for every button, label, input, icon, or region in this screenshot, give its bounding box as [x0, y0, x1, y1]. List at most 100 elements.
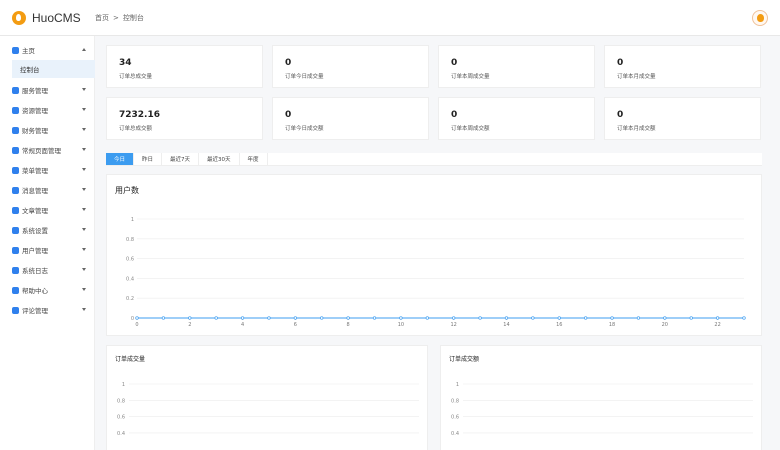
tab-today[interactable]: 今日 — [106, 153, 135, 165]
data-point — [610, 316, 614, 320]
chevron-down-icon — [82, 188, 86, 191]
sidebar-item-label: 消息管理 — [22, 187, 48, 195]
y-tick-label: 1 — [131, 217, 134, 223]
stat-label: 订单今日成交量 — [285, 74, 324, 80]
y-tick-label: 0.2 — [126, 296, 134, 302]
sidebar-item-label: 用户管理 — [22, 247, 48, 255]
breadcrumb-current: 控制台 — [122, 13, 144, 22]
data-point — [346, 316, 350, 320]
tab-last-7-days[interactable]: 最近7天 — [162, 153, 200, 165]
tab-last-30-days[interactable]: 最近30天 — [199, 153, 240, 165]
sidebar-item-resources[interactable]: 资源管理 — [0, 100, 94, 120]
data-point — [372, 316, 377, 320]
date-range-tabs: 今日 昨日 最近7天 最近30天 年度 — [106, 153, 762, 166]
x-tick-label: 12 — [451, 322, 457, 328]
user-avatar[interactable] — [752, 10, 768, 26]
chevron-down-icon — [82, 208, 86, 211]
server-icon — [12, 86, 19, 94]
sidebar-item-comments[interactable]: 评论管理 — [0, 300, 94, 320]
x-tick-label: 10 — [398, 322, 404, 328]
app-name: HuoCMS — [32, 10, 81, 25]
sidebar-item-logs[interactable]: 系统日志 — [0, 260, 94, 280]
tab-yesterday[interactable]: 昨日 — [134, 153, 163, 165]
chevron-down-icon — [82, 108, 86, 111]
settings-icon — [12, 226, 19, 234]
x-tick-label: 20 — [662, 322, 668, 328]
sidebar-item-label: 主页 — [22, 47, 35, 55]
chevron-down-icon — [82, 128, 86, 131]
stat-label: 订单本周成交额 — [451, 126, 490, 132]
sidebar-item-services[interactable]: 服务管理 — [0, 80, 94, 100]
y-tick-label: 0.8 — [117, 398, 125, 404]
sidebar-item-messages[interactable]: 消息管理 — [0, 180, 94, 200]
sidebar-item-pages[interactable]: 常规页面管理 — [0, 140, 94, 160]
sidebar-item-menus[interactable]: 菜单管理 — [0, 160, 94, 180]
page-icon — [12, 146, 19, 154]
x-tick-label: 18 — [609, 322, 615, 328]
data-point — [478, 316, 482, 320]
sidebar-item-users[interactable]: 用户管理 — [0, 240, 94, 260]
y-tick-label: 1 — [122, 382, 125, 388]
sidebar-item-label: 评论管理 — [22, 307, 48, 315]
sidebar-item-label: 文章管理 — [22, 207, 48, 215]
stat-value: 0 — [617, 110, 624, 120]
data-point — [399, 316, 403, 320]
x-tick-label: 14 — [503, 322, 509, 328]
stat-value: 0 — [451, 58, 458, 68]
stat-value: 0 — [285, 110, 292, 120]
article-icon — [12, 206, 19, 214]
sidebar-item-articles[interactable]: 文章管理 — [0, 200, 94, 220]
chevron-down-icon — [82, 268, 86, 271]
sidebar-item-label: 系统日志 — [22, 267, 48, 275]
users-chart: 00.20.40.60.810 2 4 6 8 10 12 14 16 18 20 22 — [126, 217, 746, 328]
stat-value: 0 — [451, 110, 458, 120]
sidebar-item-label: 系统设置 — [22, 227, 48, 235]
sidebar-item-help[interactable]: 帮助中心 — [0, 280, 94, 300]
users-chart-card: 用户数 0 0.2 0.4 0.6 0.8 1 0 2 4 6 8 10 12 14 16 18 20 22 — [106, 174, 762, 336]
data-point — [267, 316, 271, 320]
x-tick-label: 4 — [241, 322, 244, 328]
data-point — [135, 316, 139, 320]
stat-label: 订单今日成交额 — [285, 126, 324, 132]
sidebar: 主页 控制台 服务管理 资源管理 财务管理 常规页面管理 菜单管理 消息管理 文… — [0, 36, 95, 450]
data-point — [504, 316, 509, 320]
data-point — [557, 316, 561, 320]
chevron-down-icon — [82, 308, 86, 311]
x-tick-label: 22 — [714, 322, 720, 328]
chevron-down-icon — [82, 288, 86, 291]
breadcrumb: 首页 > 控制台 — [95, 13, 148, 23]
sidebar-item-label: 资源管理 — [22, 107, 48, 115]
stat-card-week-orders: 0 订单本周成交量 — [438, 45, 595, 88]
data-point — [584, 316, 588, 320]
data-point — [214, 316, 218, 320]
x-tick-label: 0 — [135, 322, 138, 328]
y-tick-label: 0.4 — [117, 431, 125, 437]
stat-label: 订单本周成交量 — [451, 74, 490, 80]
data-point — [293, 316, 297, 320]
y-tick-label: 0.4 — [451, 431, 459, 437]
x-tick-label: 8 — [347, 322, 350, 328]
sidebar-subitem-dashboard[interactable]: 控制台 — [12, 60, 95, 78]
y-tick-label: 0.8 — [451, 398, 459, 404]
sidebar-item-home[interactable]: 主页 — [0, 40, 94, 60]
data-point — [636, 316, 641, 320]
menu-icon — [12, 166, 19, 174]
breadcrumb-home[interactable]: 首页 — [95, 13, 109, 23]
sidebar-item-settings[interactable]: 系统设置 — [0, 220, 94, 240]
sidebar-subitem-label: 控制台 — [20, 66, 40, 74]
data-point — [161, 316, 166, 320]
order-volume-chart-card: 订单成交量 1 0.8 0.6 0.4 — [106, 345, 428, 450]
stat-card-month-amount: 0 订单本月成交额 — [604, 97, 761, 140]
sidebar-item-finance[interactable]: 财务管理 — [0, 120, 94, 140]
y-tick-label: 0.8 — [126, 237, 134, 243]
x-tick-label: 6 — [294, 322, 297, 328]
stat-value: 0 — [285, 58, 292, 68]
y-tick-label: 0.6 — [117, 415, 125, 421]
logo[interactable]: HuoCMS — [0, 10, 95, 25]
chevron-down-icon — [82, 88, 86, 91]
tab-year[interactable]: 年度 — [240, 153, 268, 165]
stat-value: 34 — [119, 58, 132, 68]
sidebar-item-label: 财务管理 — [22, 127, 48, 135]
data-point — [425, 316, 429, 320]
order-volume-chart: 1 0.8 0.6 0.4 — [117, 382, 419, 437]
